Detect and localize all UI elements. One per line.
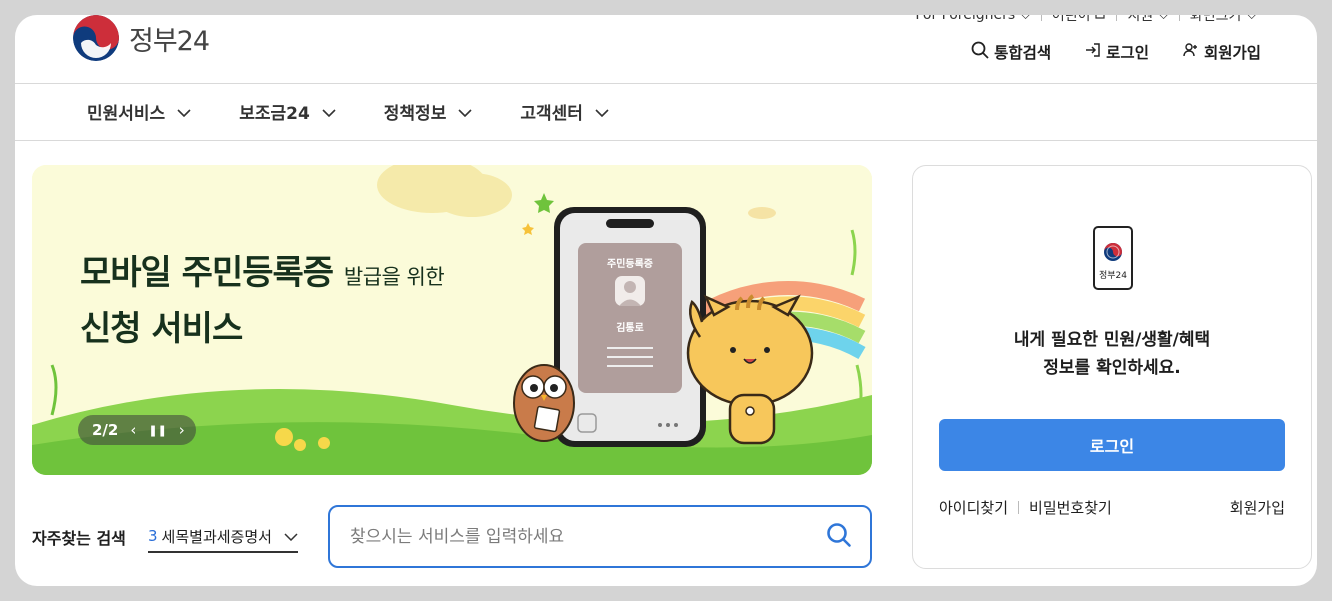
frequent-search-label: 자주찾는 검색 <box>32 529 126 548</box>
divider <box>1018 501 1020 514</box>
frequent-search-value: 세목별과세증명서 <box>161 527 272 546</box>
header-divider <box>15 83 1317 84</box>
signup-link[interactable]: 회원가입 <box>1183 41 1261 63</box>
chevron-left-icon[interactable]: ‹ <box>130 421 136 439</box>
login-button[interactable]: 로그인 <box>939 419 1285 471</box>
kids-link[interactable]: 어린이 <box>1042 15 1117 25</box>
nav-item-subsidy24[interactable]: 보조금24 <box>239 99 336 124</box>
find-password-link[interactable]: 비밀번호찾기 <box>1029 497 1112 518</box>
find-id-link[interactable]: 아이디찾기 <box>939 497 1008 518</box>
frequent-search-select[interactable]: 3 세목별과세증명서 <box>148 521 298 553</box>
message-line2: 정보를 확인하세요. <box>1043 358 1181 379</box>
login-icon <box>1085 42 1101 62</box>
pause-icon[interactable]: ❚❚ <box>148 424 166 437</box>
external-link-icon <box>1095 15 1106 23</box>
kids-label: 어린이 <box>1051 15 1091 24</box>
chevron-down-icon <box>458 102 472 122</box>
screen-size-label: 화면크기 <box>1189 15 1242 24</box>
search-box <box>328 505 872 568</box>
signup-label: 회원가입 <box>1203 44 1261 62</box>
login-link[interactable]: 로그인 <box>1085 41 1149 63</box>
promo-banner[interactable]: 모바일 주민등록증 발급을 위한 신청 서비스 주민등록증 김통로 2/2 ‹ … <box>32 165 872 475</box>
nav-item-policy-info[interactable]: 정책정보 <box>384 99 473 124</box>
banner-title: 모바일 주민등록증 발급을 위한 신청 서비스 <box>80 245 445 357</box>
login-panel-message: 내게 필요한 민원/생활/혜택 정보를 확인하세요. <box>913 326 1311 382</box>
mobile-gov24-icon: 정부24 <box>1093 226 1133 290</box>
site-logo[interactable]: 정부24 <box>73 15 210 61</box>
nav-divider <box>15 140 1317 141</box>
chevron-down-icon <box>322 102 336 122</box>
for-foreigners-label: For Foreigners <box>915 15 1016 23</box>
banner-pager: 2/2 ‹ ❚❚ › <box>78 415 196 445</box>
id-card-name: 김통로 <box>616 323 644 334</box>
search-icon[interactable] <box>826 522 852 552</box>
top-nav: 통합검색 로그인 회원가입 <box>971 41 1261 63</box>
search-input[interactable] <box>350 526 826 547</box>
banner-title-line2: 신청 서비스 <box>80 309 243 350</box>
frequent-search-rank: 3 <box>148 527 158 545</box>
login-label: 로그인 <box>1106 44 1149 62</box>
nav-label: 고객센터 <box>520 104 583 124</box>
screen-size-menu[interactable]: 화면크기 ⌵ <box>1180 15 1267 25</box>
chevron-down-icon: ⌵ <box>1246 15 1257 23</box>
support-label: 지원 <box>1127 15 1154 24</box>
banner-title-suffix: 발급을 위한 <box>343 265 445 289</box>
integrated-search-label: 통합검색 <box>994 44 1052 62</box>
utility-menu: For Foreigners ⌵ 어린이 지원 ⌵ 화면크기 ⌵ <box>905 15 1267 25</box>
message-line1: 내게 필요한 민원/생활/혜택 <box>1013 330 1211 350</box>
nav-label: 정책정보 <box>383 104 447 124</box>
nav-label: 보조금24 <box>239 104 310 124</box>
logo-text: 정부24 <box>129 25 210 57</box>
nav-label: 민원서비스 <box>87 104 166 124</box>
id-card-title: 주민등록증 <box>607 259 653 270</box>
support-menu[interactable]: 지원 ⌵ <box>1117 15 1178 25</box>
chevron-down-icon <box>284 527 298 545</box>
chevron-down-icon <box>595 102 609 122</box>
add-user-icon <box>1183 42 1199 62</box>
signup-link[interactable]: 회원가입 <box>1230 497 1285 518</box>
page-frame: 정부24 For Foreigners ⌵ 어린이 지원 ⌵ 화면크기 ⌵ 통합… <box>15 15 1317 586</box>
chevron-right-icon[interactable]: › <box>179 421 185 439</box>
integrated-search-link[interactable]: 통합검색 <box>971 41 1051 63</box>
nav-item-civil-service[interactable]: 민원서비스 <box>87 99 191 124</box>
chevron-down-icon: ⌵ <box>1020 15 1031 23</box>
for-foreigners-link[interactable]: For Foreigners ⌵ <box>905 15 1040 23</box>
login-panel: 정부24 내게 필요한 민원/생활/혜택 정보를 확인하세요. 로그인 아이디찾… <box>912 165 1312 569</box>
nav-item-customer-center[interactable]: 고객센터 <box>520 99 609 124</box>
main-nav: 민원서비스 보조금24 정책정보 고객센터 <box>87 99 609 124</box>
chevron-down-icon: ⌵ <box>1158 15 1169 23</box>
search-icon <box>971 41 989 63</box>
pager-count: 2/2 <box>92 421 119 439</box>
mobile-icon-text: 정부24 <box>1098 271 1127 281</box>
chevron-down-icon <box>177 102 191 122</box>
banner-title-line1: 모바일 주민등록증 <box>80 253 334 293</box>
taegeuk-logo-icon <box>73 15 119 61</box>
account-links: 아이디찾기 비밀번호찾기 회원가입 <box>939 497 1285 518</box>
